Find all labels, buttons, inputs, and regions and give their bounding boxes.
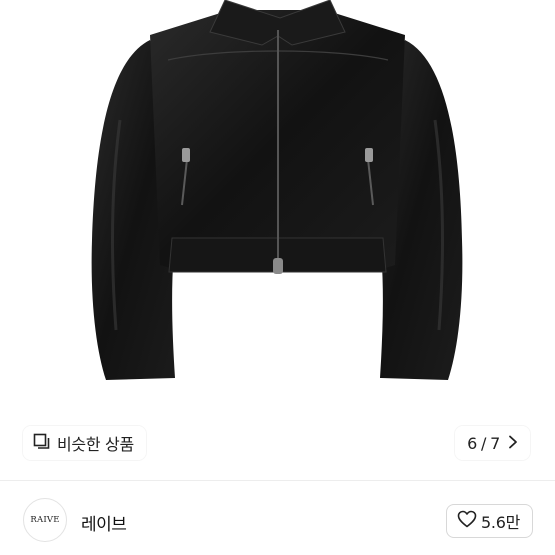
gallery-counter-button[interactable]: 6 / 7	[455, 426, 530, 460]
similar-items-icon	[33, 432, 51, 454]
seller-name[interactable]: 레이브	[81, 510, 127, 535]
section-divider	[0, 480, 555, 481]
gallery-total: 7	[490, 433, 500, 453]
leather-jacket-illustration	[91, 0, 463, 380]
gallery-current: 6	[467, 433, 478, 453]
like-count: 5.6만	[481, 513, 520, 532]
gallery-counter: 6 / 7	[467, 434, 500, 453]
gallery-separator: /	[481, 433, 487, 453]
heart-outline-icon	[457, 510, 477, 532]
seller-logo-text: RAIVE	[30, 515, 60, 525]
similar-items-button[interactable]: 비슷한 상품	[23, 426, 146, 460]
seller-logo[interactable]: RAIVE	[23, 498, 67, 542]
seller-row[interactable]: RAIVE 레이브 5.6만	[0, 490, 555, 555]
similar-items-label: 비슷한 상품	[57, 435, 134, 454]
like-button[interactable]: 5.6만	[446, 504, 533, 538]
product-image[interactable]	[0, 0, 555, 475]
chevron-right-icon	[508, 434, 518, 453]
